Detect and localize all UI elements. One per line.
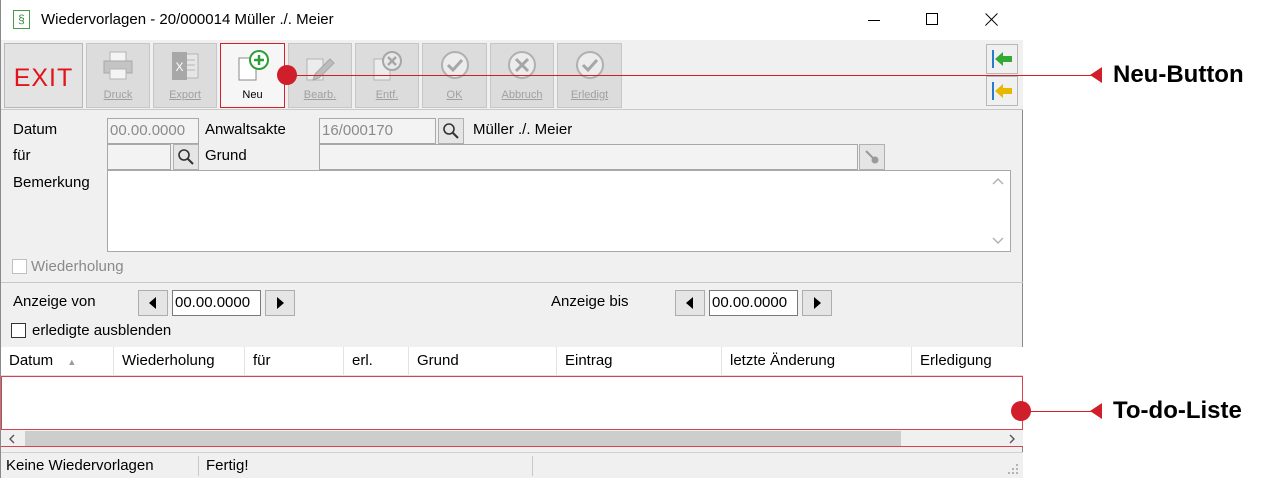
export-label: Export xyxy=(169,89,201,101)
cancel-circle-icon xyxy=(508,51,536,79)
table-header: Datum ▲ Wiederholung für erl. Grund Eint… xyxy=(1,347,1023,376)
anzeige-bis-next-button[interactable] xyxy=(802,290,832,316)
minimize-icon xyxy=(868,20,880,21)
exit-button[interactable]: EXIT xyxy=(4,43,83,108)
title-bar: § Wiedervorlagen - 20/000014 Müller ./. … xyxy=(1,0,1023,40)
excel-icon: X xyxy=(172,52,199,80)
anwaltsakte-search-button[interactable] xyxy=(438,118,464,144)
todo-list-annotation: To-do-Liste xyxy=(1113,397,1242,424)
close-button[interactable] xyxy=(963,0,1021,40)
navigate-back-button[interactable] xyxy=(986,76,1018,106)
delete-doc-icon xyxy=(373,51,402,81)
grund-lookup-button[interactable] xyxy=(859,144,885,170)
column-header-erledigung[interactable]: Erledigung xyxy=(912,347,1023,376)
scroll-left-icon[interactable] xyxy=(5,432,19,446)
column-header-letzte-aenderung[interactable]: letzte Änderung xyxy=(722,347,912,376)
navigate-first-button[interactable] xyxy=(986,44,1018,74)
export-button[interactable]: X Export xyxy=(153,43,217,108)
neu-button[interactable]: Neu xyxy=(220,43,285,108)
anzeige-von-label: Anzeige von xyxy=(13,293,96,310)
status-middle: Fertig! xyxy=(206,457,249,474)
arrow-left-green-icon xyxy=(992,50,1012,68)
new-doc-plus-icon xyxy=(238,50,269,81)
exit-label: EXIT xyxy=(13,64,74,92)
wiederholung-label: Wiederholung xyxy=(31,258,124,275)
status-left: Keine Wiedervorlagen xyxy=(6,457,154,474)
datum-field[interactable]: 00.00.0000 xyxy=(107,118,199,144)
erledigt-label: Erledigt xyxy=(570,89,609,101)
anwaltsakte-name: Müller ./. Meier xyxy=(473,121,573,138)
anzeige-bis-input[interactable]: 00.00.0000 xyxy=(709,290,798,316)
erledigte-ausblenden-checkbox[interactable] xyxy=(11,323,26,338)
bemerkung-label: Bemerkung xyxy=(13,174,90,191)
fuer-search-button[interactable] xyxy=(173,144,199,170)
druck-button[interactable]: Druck xyxy=(86,43,150,108)
wiedervorlagen-window: § Wiedervorlagen - 20/000014 Müller ./. … xyxy=(0,0,1023,478)
grund-field[interactable] xyxy=(319,144,858,170)
maximize-icon xyxy=(926,13,938,25)
anwaltsakte-label: Anwaltsakte xyxy=(205,121,286,138)
bemerkung-textarea[interactable] xyxy=(107,170,1011,252)
horizontal-scrollbar[interactable] xyxy=(1,430,1023,447)
printer-icon xyxy=(103,51,133,80)
fuer-label: für xyxy=(13,147,31,164)
triangle-left-icon xyxy=(686,297,693,309)
status-separator xyxy=(532,456,533,476)
section-divider xyxy=(1,282,1023,283)
druck-label: Druck xyxy=(103,89,133,101)
arrow-left-yellow-icon xyxy=(992,82,1012,100)
window-title: Wiedervorlagen - 20/000014 Müller ./. Me… xyxy=(41,11,334,28)
sort-asc-icon: ▲ xyxy=(67,357,77,367)
todo-annotation-dot xyxy=(1011,401,1031,421)
anzeige-von-input[interactable]: 00.00.0000 xyxy=(172,290,261,316)
resize-grip-icon[interactable] xyxy=(1007,463,1019,475)
edit-pencil-icon xyxy=(306,58,335,81)
grund-label: Grund xyxy=(205,147,247,164)
abbruch-label: Abbruch xyxy=(501,89,543,101)
column-header-datum[interactable]: Datum ▲ xyxy=(1,347,114,376)
scroll-down-icon[interactable] xyxy=(988,233,1008,247)
anzeige-von-prev-button[interactable] xyxy=(138,290,168,316)
anwaltsakte-field[interactable]: 16/000170 xyxy=(319,118,436,144)
key-icon xyxy=(865,150,879,164)
triangle-right-icon xyxy=(814,297,821,309)
maximize-button[interactable] xyxy=(903,0,961,40)
scroll-up-icon[interactable] xyxy=(988,175,1008,189)
column-header-eintrag[interactable]: Eintrag xyxy=(557,347,722,376)
ok-check-icon xyxy=(440,51,469,79)
column-header-grund[interactable]: Grund xyxy=(409,347,557,376)
minimize-button[interactable] xyxy=(845,0,903,40)
search-icon xyxy=(443,123,459,139)
triangle-left-icon xyxy=(149,297,156,309)
status-separator xyxy=(198,456,199,476)
anzeige-bis-label: Anzeige bis xyxy=(551,293,629,310)
anzeige-bis-prev-button[interactable] xyxy=(675,290,705,316)
scroll-right-icon[interactable] xyxy=(1005,432,1019,446)
neu-annotation-dot xyxy=(277,65,297,85)
neu-label: Neu xyxy=(242,89,263,101)
scrollbar-thumb[interactable] xyxy=(25,431,901,446)
datum-label: Datum xyxy=(13,121,58,138)
neu-button-annotation: Neu-Button xyxy=(1113,61,1244,88)
neu-annotation-arrow xyxy=(1090,67,1102,83)
bearbeiten-label: Bearb. xyxy=(303,89,337,101)
entfernen-label: Entf. xyxy=(375,89,399,101)
status-bar: Keine Wiedervorlagen Fertig! xyxy=(1,452,1023,478)
svg-text:X: X xyxy=(175,60,183,74)
neu-annotation-line xyxy=(287,75,1102,76)
anzeige-von-next-button[interactable] xyxy=(265,290,295,316)
column-header-wiederholung[interactable]: Wiederholung xyxy=(114,347,245,376)
erledigte-ausblenden-label: erledigte ausblenden xyxy=(32,322,172,339)
fuer-field[interactable] xyxy=(107,144,171,170)
todo-list[interactable] xyxy=(1,376,1023,430)
triangle-right-icon xyxy=(277,297,284,309)
ok-label: OK xyxy=(446,89,463,101)
erledigt-check-icon xyxy=(575,51,604,79)
todo-annotation-arrow xyxy=(1090,403,1102,419)
wiederholung-checkbox[interactable] xyxy=(12,259,27,274)
column-header-erl[interactable]: erl. xyxy=(344,347,409,376)
column-header-fuer[interactable]: für xyxy=(245,347,344,376)
app-icon: § xyxy=(13,10,30,29)
search-icon xyxy=(178,149,194,165)
